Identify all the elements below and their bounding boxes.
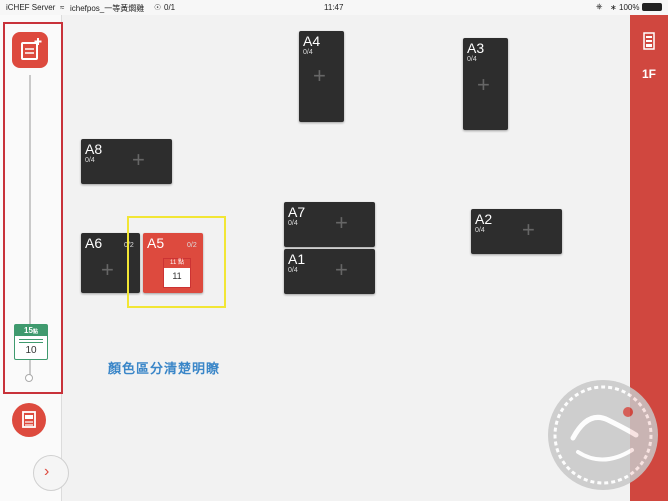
- table-name: A7: [288, 204, 306, 220]
- carrier-label: iCHEF Server: [6, 3, 56, 12]
- table-seat-count: 0/4: [467, 56, 477, 63]
- bluetooth-icon: ∗: [610, 3, 617, 12]
- battery-icon: [642, 3, 662, 11]
- sidebar-highlight-frame: [3, 22, 63, 394]
- table-name: A3: [467, 40, 485, 56]
- table-a4[interactable]: A4 0/4 +: [299, 31, 344, 122]
- table-seat-count: 0/4: [475, 227, 485, 234]
- table-name: A2: [475, 211, 493, 227]
- add-order-icon: +: [477, 72, 490, 97]
- wifi-ssid: ichefpos_一等黃燜雞: [70, 4, 145, 13]
- watermark-logo: [548, 380, 658, 490]
- table-a2[interactable]: A2 0/4 +: [471, 209, 562, 254]
- table-a1[interactable]: A1 0/4 +: [284, 249, 375, 294]
- add-order-icon: +: [313, 63, 326, 88]
- table-name: A4: [303, 33, 321, 49]
- add-order-icon: +: [101, 257, 114, 282]
- table-seat-count: 0/4: [288, 267, 298, 274]
- sync-icon: ☉: [154, 3, 162, 12]
- table-a7[interactable]: A7 0/4 +: [284, 202, 375, 247]
- table-highlight-frame: [127, 216, 226, 308]
- floor-tab-1f[interactable]: 1F: [630, 67, 668, 81]
- add-order-icon: +: [335, 257, 348, 282]
- add-order-icon: +: [335, 210, 348, 235]
- table-a8[interactable]: A8 0/4 +: [81, 139, 172, 184]
- status-bar: iCHEF Server ≈ ichefpos_一等黃燜雞 ☉ 0/1 11:4…: [0, 0, 668, 15]
- document-stack-icon: [22, 411, 36, 428]
- lock-rotation-icon: ⎈: [596, 2, 603, 11]
- add-order-icon: +: [132, 147, 145, 172]
- clock: 11:47: [324, 3, 344, 12]
- orders-list-button[interactable]: [12, 403, 46, 437]
- wifi-icon: ≈: [60, 3, 65, 12]
- table-seat-count: 0/4: [288, 220, 298, 227]
- table-name: A8: [85, 141, 103, 157]
- table-name: A6: [85, 235, 103, 251]
- annotation-note: 顏色區分清楚明瞭: [108, 361, 221, 376]
- expand-sidebar-button[interactable]: ›: [33, 455, 69, 491]
- table-seat-count: 0/4: [85, 157, 95, 164]
- sync-count: 0/1: [164, 3, 176, 12]
- table-a3[interactable]: A3 0/4 +: [463, 38, 508, 130]
- building-icon: [643, 32, 655, 50]
- table-name: A1: [288, 251, 306, 267]
- chevron-right-icon: ›: [44, 463, 50, 480]
- table-seat-count: 0/4: [303, 49, 313, 56]
- add-order-icon: +: [522, 217, 535, 242]
- battery-percent: 100%: [619, 3, 640, 12]
